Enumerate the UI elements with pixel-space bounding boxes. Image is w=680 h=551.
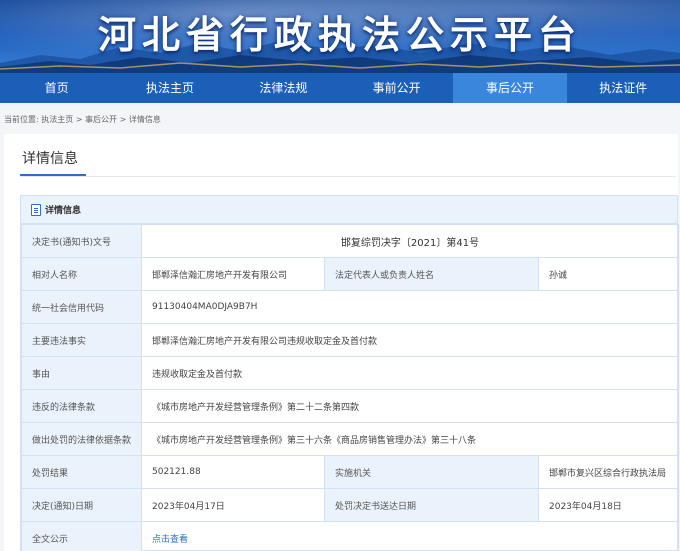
nav-item-laws[interactable]: 法律法规 <box>227 73 340 103</box>
full-text-cell: 点击查看 <box>141 521 679 551</box>
decision-date-label: 决定(通知)日期 <box>21 488 142 522</box>
result-value: 502121.88 <box>141 455 325 489</box>
table-row: 统一社会信用代码 91130404MA0DJA9B7H <box>21 290 679 324</box>
legal-rep-label: 法定代表人或负责人姓名 <box>324 257 539 291</box>
table-row: 决定(通知)日期 2023年04月17日 处罚决定书送达日期 2023年04月1… <box>21 488 679 522</box>
decision-date-value: 2023年04月17日 <box>141 488 325 522</box>
basis-label: 做出处罚的法律依据条款 <box>21 422 142 456</box>
table-row: 违反的法律条款 《城市房地产开发经营管理条例》第二十二条第四款 <box>21 389 679 423</box>
table-row: 决定书(通知书)文号 邯复综罚决字〔2021〕第41号 <box>21 224 679 258</box>
violated-value: 《城市房地产开发经营管理条例》第二十二条第四款 <box>141 389 679 423</box>
violated-label: 违反的法律条款 <box>21 389 142 423</box>
cause-value: 违规收取定金及首付款 <box>141 356 679 390</box>
decision-no-value: 邯复综罚决字〔2021〕第41号 <box>141 224 679 258</box>
facts-value: 邯郸泽信瀚汇房地产开发有限公司违规收取定金及首付款 <box>141 323 679 357</box>
table-row: 主要违法事实 邯郸泽信瀚汇房地产开发有限公司违规收取定金及首付款 <box>21 323 679 357</box>
party-label: 相对人名称 <box>21 257 142 291</box>
nav-item-certificates[interactable]: 执法证件 <box>567 73 680 103</box>
nav-item-home[interactable]: 首页 <box>0 73 113 103</box>
result-label: 处罚结果 <box>21 455 142 489</box>
agency-value: 邯郸市复兴区综合行政执法局 <box>538 455 679 489</box>
panel-title: 详情信息 <box>45 206 82 216</box>
breadcrumb: 当前位置: 执法主页 > 事后公开 > 详情信息 <box>4 115 161 124</box>
credit-code-value: 91130404MA0DJA9B7H <box>141 290 679 324</box>
site-title: 河北省行政执法公示平台 <box>97 12 582 57</box>
full-text-label: 全文公示 <box>21 521 142 551</box>
table-row: 做出处罚的法律依据条款 《城市房地产开发经营管理条例》第三十六条《商品房销售管理… <box>21 422 679 456</box>
table-row: 处罚结果 502121.88 实施机关 邯郸市复兴区综合行政执法局 <box>21 455 679 489</box>
nav-item-post-disclosure[interactable]: 事后公开 <box>453 73 567 103</box>
nav-item-prior-disclosure[interactable]: 事前公开 <box>340 73 453 103</box>
document-icon <box>31 203 41 216</box>
header-banner: 河北省行政执法公示平台 <box>0 0 680 73</box>
delivery-date-label: 处罚决定书送达日期 <box>324 488 539 522</box>
agency-label: 实施机关 <box>324 455 539 489</box>
table-row: 相对人名称 邯郸泽信瀚汇房地产开发有限公司 法定代表人或负责人姓名 孙诚 <box>21 257 679 291</box>
main-nav: 首页 执法主页 法律法规 事前公开 事后公开 执法证件 <box>0 73 680 103</box>
panel-header: 详情信息 <box>21 196 677 224</box>
title-underline <box>20 174 86 176</box>
delivery-date-value: 2023年04月18日 <box>538 488 679 522</box>
decision-no-label: 决定书(通知书)文号 <box>21 224 142 258</box>
title-divider <box>20 176 676 177</box>
party-value: 邯郸泽信瀚汇房地产开发有限公司 <box>141 257 325 291</box>
nav-item-enforcement-home[interactable]: 执法主页 <box>113 73 226 103</box>
basis-value: 《城市房地产开发经营管理条例》第三十六条《商品房销售管理办法》第三十八条 <box>141 422 679 456</box>
view-full-text-link[interactable]: 点击查看 <box>152 535 188 545</box>
legal-rep-value: 孙诚 <box>538 257 679 291</box>
detail-table: 决定书(通知书)文号 邯复综罚决字〔2021〕第41号 相对人名称 邯郸泽信瀚汇… <box>21 224 679 551</box>
cause-label: 事由 <box>21 356 142 390</box>
facts-label: 主要违法事实 <box>21 323 142 357</box>
table-row: 全文公示 点击查看 <box>21 521 679 551</box>
table-row: 事由 违规收取定金及首付款 <box>21 356 679 390</box>
page-title: 详情信息 <box>22 151 78 167</box>
detail-panel: 详情信息 决定书(通知书)文号 邯复综罚决字〔2021〕第41号 相对人名称 邯… <box>20 195 679 551</box>
credit-code-label: 统一社会信用代码 <box>21 290 142 324</box>
